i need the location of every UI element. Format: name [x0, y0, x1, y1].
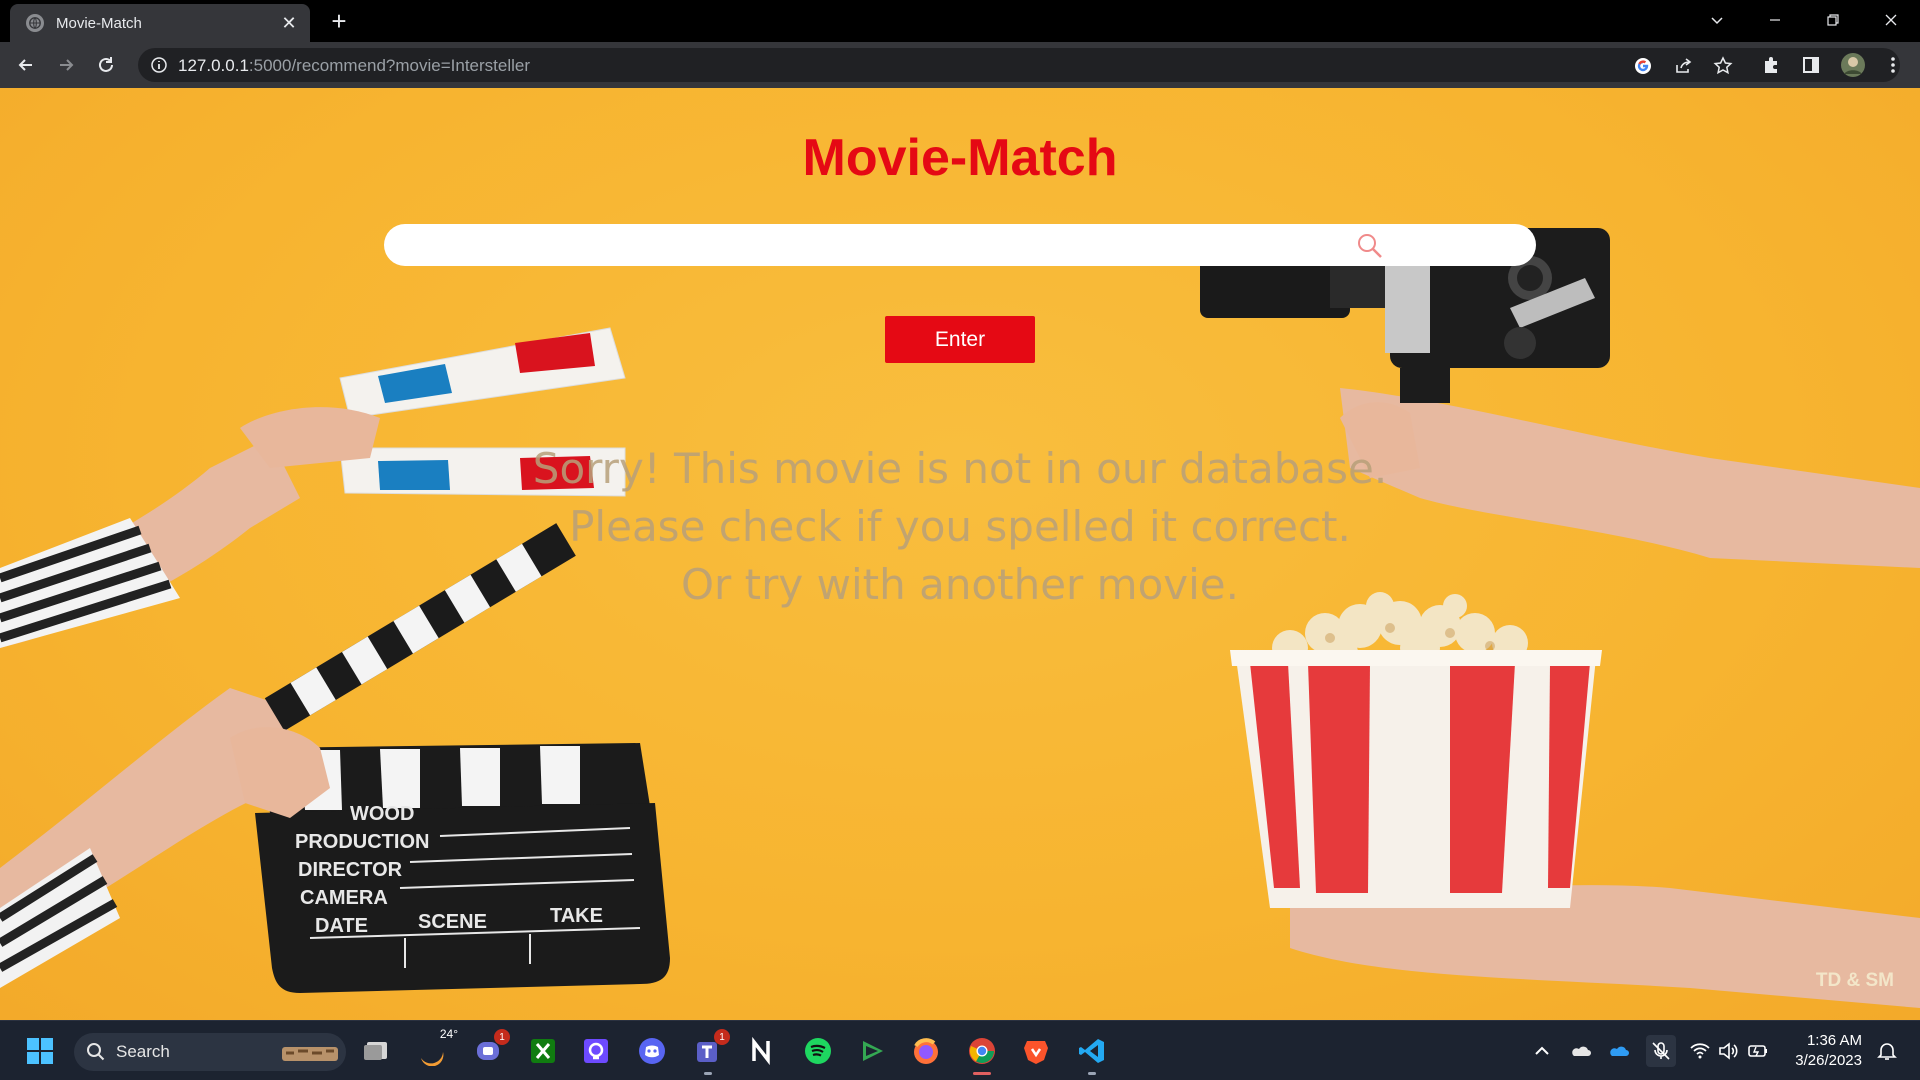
browser-tab[interactable]: Movie-Match ✕	[10, 4, 310, 42]
address-bar[interactable]: 127.0.0.1:5000/recommend?movie=Interstel…	[138, 48, 1900, 82]
search-icon[interactable]	[1356, 232, 1384, 260]
battery-icon[interactable]	[1746, 1035, 1770, 1067]
popcorn-bucket-illustration	[1230, 592, 1920, 1008]
window-controls	[1688, 0, 1920, 42]
spotify-icon[interactable]	[800, 1033, 836, 1069]
firefox-icon[interactable]	[908, 1033, 944, 1069]
browser-tabstrip: Movie-Match ✕ +	[0, 0, 1920, 42]
mic-muted-icon[interactable]	[1646, 1035, 1676, 1067]
clock-date: 3/26/2023	[1795, 1052, 1862, 1069]
restore-button[interactable]	[1804, 0, 1862, 40]
onedrive-cloud-icon[interactable]	[1606, 1035, 1632, 1067]
running-indicator	[1088, 1072, 1096, 1075]
teams-chat-icon[interactable]: 1	[470, 1029, 510, 1069]
search-highlight-icon	[282, 1047, 338, 1061]
movie-search-bar[interactable]	[384, 224, 1536, 266]
xbox-icon[interactable]	[525, 1033, 561, 1069]
page-content: WOOD PRODUCTION DIRECTOR CAMERA DATE SCE…	[0, 88, 1920, 1020]
teams-badge: 1	[714, 1029, 730, 1045]
message-line: Or try with another movie.	[681, 560, 1239, 609]
not-found-message: Sorry! This movie is not in our database…	[0, 440, 1920, 614]
clapper-text: CAMERA	[300, 887, 388, 909]
minimize-button[interactable]	[1746, 0, 1804, 40]
browser-toolbar: 127.0.0.1:5000/recommend?movie=Interstel…	[0, 42, 1920, 88]
bookmark-star-icon[interactable]	[1712, 55, 1734, 77]
windows-taskbar: Search 24° 1 1 1:36 AM 3/26/2023	[0, 1020, 1920, 1080]
new-tab-button[interactable]: +	[325, 8, 353, 36]
running-indicator	[704, 1072, 712, 1075]
onedrive-personal-cloud-icon[interactable]	[1568, 1035, 1594, 1067]
kebab-menu-icon[interactable]	[1882, 54, 1904, 76]
enter-button[interactable]: Enter	[885, 316, 1035, 363]
search-icon	[87, 1043, 105, 1061]
system-clock[interactable]: 1:36 AM 3/26/2023	[1795, 1031, 1862, 1071]
weather-temp: 24°	[439, 1027, 458, 1041]
url-text: 127.0.0.1:5000/recommend?movie=Interstel…	[178, 56, 531, 75]
clapper-text: TAKE	[550, 905, 603, 927]
weather-widget-icon[interactable]: 24°	[414, 1027, 458, 1069]
proton-icon[interactable]	[578, 1033, 614, 1069]
chrome-icon[interactable]	[964, 1033, 1000, 1075]
page-title: Movie-Match	[802, 129, 1118, 187]
clapper-text: DIRECTOR	[298, 859, 403, 881]
clapper-text: PRODUCTION	[295, 831, 429, 853]
reload-icon[interactable]	[92, 51, 120, 79]
wifi-icon[interactable]	[1688, 1035, 1712, 1067]
clapper-text: WOOD	[350, 803, 414, 825]
message-line: Sorry! This movie is not in our database…	[532, 444, 1388, 493]
volume-icon[interactable]	[1716, 1035, 1740, 1067]
start-windows-icon[interactable]	[22, 1033, 58, 1069]
clock-time: 1:36 AM	[1806, 1032, 1862, 1049]
message-line: Please check if you spelled it correct.	[569, 502, 1351, 551]
taskbar-search[interactable]: Search	[74, 1033, 346, 1071]
google-play-games-icon[interactable]	[854, 1033, 890, 1069]
notifications-icon[interactable]	[1874, 1035, 1900, 1067]
task-view-icon[interactable]	[358, 1033, 394, 1069]
vscode-icon[interactable]	[1074, 1033, 1110, 1075]
show-hidden-icons-chevron-icon[interactable]	[1530, 1035, 1554, 1067]
movie-search-input[interactable]	[404, 224, 1404, 266]
tab-close-icon[interactable]: ✕	[278, 13, 300, 34]
tab-title: Movie-Match	[56, 14, 142, 32]
notion-icon[interactable]	[744, 1033, 780, 1069]
brave-icon[interactable]	[1018, 1033, 1054, 1069]
globe-icon	[26, 14, 44, 32]
clapper-text: DATE	[315, 915, 368, 937]
close-button[interactable]	[1862, 0, 1920, 40]
tab-search-icon[interactable]	[1688, 0, 1746, 40]
forward-arrow-icon[interactable]	[52, 51, 80, 79]
active-window-indicator	[973, 1072, 991, 1075]
google-icon[interactable]	[1632, 55, 1654, 77]
clapper-text: SCENE	[418, 911, 487, 933]
back-arrow-icon[interactable]	[12, 51, 40, 79]
share-icon[interactable]	[1672, 55, 1694, 77]
chat-badge: 1	[494, 1029, 510, 1045]
side-panel-icon[interactable]	[1800, 54, 1822, 76]
taskbar-search-label: Search	[116, 1042, 170, 1061]
profile-avatar[interactable]	[1840, 52, 1866, 78]
extensions-puzzle-icon[interactable]	[1760, 54, 1782, 76]
teams-icon[interactable]: 1	[690, 1029, 730, 1075]
discord-icon[interactable]	[634, 1033, 670, 1069]
footer-credit: TD & SM	[1815, 970, 1894, 991]
site-info-icon[interactable]	[150, 56, 168, 74]
